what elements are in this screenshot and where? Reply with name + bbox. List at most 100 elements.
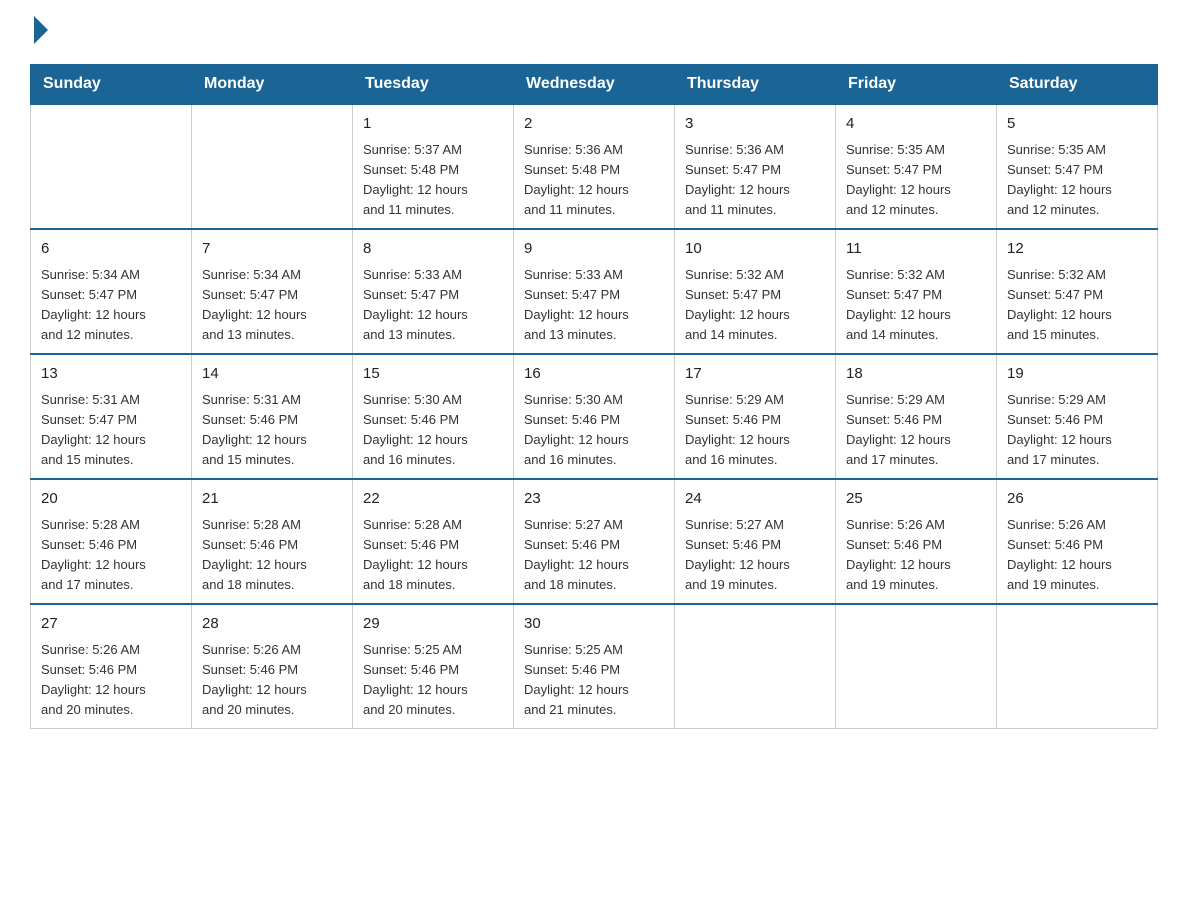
day-number: 6 (41, 238, 181, 261)
day-number: 3 (685, 113, 825, 136)
calendar-cell: 20Sunrise: 5:28 AM Sunset: 5:46 PM Dayli… (31, 479, 192, 604)
day-number: 9 (524, 238, 664, 261)
day-info: Sunrise: 5:32 AM Sunset: 5:47 PM Dayligh… (685, 265, 825, 346)
calendar-cell: 6 Sunrise: 5:34 AM Sunset: 5:47 PM Daylig… (31, 229, 192, 354)
day-number: 7 (202, 238, 342, 261)
calendar-week-row: 1 Sunrise: 5:37 AM Sunset: 5:48 PM Daylig… (31, 104, 1158, 229)
day-info: Sunrise: 5:36 AM Sunset: 5:48 PM Dayligh… (524, 140, 664, 221)
day-number: 16 (524, 363, 664, 386)
weekday-header-wednesday: Wednesday (514, 65, 675, 105)
weekday-header-friday: Friday (836, 65, 997, 105)
day-info: Sunrise: 5:25 AM Sunset: 5:46 PM Dayligh… (524, 640, 664, 721)
day-info: Sunrise: 5:31 AM Sunset: 5:47 PM Dayligh… (41, 390, 181, 471)
day-info: Sunrise: 5:33 AM Sunset: 5:47 PM Dayligh… (524, 265, 664, 346)
calendar-cell: 16 Sunrise: 5:30 AM Sunset: 5:46 PM Dayli… (514, 354, 675, 479)
day-info: Sunrise: 5:33 AM Sunset: 5:47 PM Dayligh… (363, 265, 503, 346)
weekday-header-monday: Monday (192, 65, 353, 105)
logo (30, 20, 48, 44)
day-info: Sunrise: 5:35 AM Sunset: 5:47 PM Dayligh… (846, 140, 986, 221)
day-info: Sunrise: 5:25 AM Sunset: 5:46 PM Dayligh… (363, 640, 503, 721)
calendar-week-row: 20Sunrise: 5:28 AM Sunset: 5:46 PM Dayli… (31, 479, 1158, 604)
calendar-cell: 24 Sunrise: 5:27 AM Sunset: 5:46 PM Dayli… (675, 479, 836, 604)
calendar-cell (997, 604, 1158, 729)
calendar-cell: 4 Sunrise: 5:35 AM Sunset: 5:47 PM Daylig… (836, 104, 997, 229)
calendar-cell: 21 Sunrise: 5:28 AM Sunset: 5:46 PM Dayli… (192, 479, 353, 604)
calendar-cell: 11Sunrise: 5:32 AM Sunset: 5:47 PM Dayli… (836, 229, 997, 354)
calendar-cell: 14 Sunrise: 5:31 AM Sunset: 5:46 PM Dayli… (192, 354, 353, 479)
day-number: 5 (1007, 113, 1147, 136)
day-info: Sunrise: 5:27 AM Sunset: 5:46 PM Dayligh… (685, 515, 825, 596)
calendar-cell: 23 Sunrise: 5:27 AM Sunset: 5:46 PM Dayli… (514, 479, 675, 604)
day-info: Sunrise: 5:32 AM Sunset: 5:47 PM Dayligh… (1007, 265, 1147, 346)
calendar-cell: 2 Sunrise: 5:36 AM Sunset: 5:48 PM Daylig… (514, 104, 675, 229)
day-number: 2 (524, 113, 664, 136)
day-info: Sunrise: 5:28 AM Sunset: 5:46 PM Dayligh… (202, 515, 342, 596)
day-number: 1 (363, 113, 503, 136)
day-info: Sunrise: 5:37 AM Sunset: 5:48 PM Dayligh… (363, 140, 503, 221)
weekday-header-saturday: Saturday (997, 65, 1158, 105)
day-number: 15 (363, 363, 503, 386)
day-number: 23 (524, 488, 664, 511)
day-info: Sunrise: 5:28 AM Sunset: 5:46 PM Dayligh… (363, 515, 503, 596)
day-number: 19 (1007, 363, 1147, 386)
day-number: 18 (846, 363, 986, 386)
day-info: Sunrise: 5:29 AM Sunset: 5:46 PM Dayligh… (1007, 390, 1147, 471)
calendar-cell: 29Sunrise: 5:25 AM Sunset: 5:46 PM Dayli… (353, 604, 514, 729)
day-number: 30 (524, 613, 664, 636)
day-number: 11 (846, 238, 986, 261)
calendar-cell (836, 604, 997, 729)
day-number: 28 (202, 613, 342, 636)
weekday-header-sunday: Sunday (31, 65, 192, 105)
day-number: 27 (41, 613, 181, 636)
calendar-cell: 15 Sunrise: 5:30 AM Sunset: 5:46 PM Dayli… (353, 354, 514, 479)
calendar-cell: 7Sunrise: 5:34 AM Sunset: 5:47 PM Daylig… (192, 229, 353, 354)
day-info: Sunrise: 5:26 AM Sunset: 5:46 PM Dayligh… (1007, 515, 1147, 596)
calendar-cell: 5 Sunrise: 5:35 AM Sunset: 5:47 PM Daylig… (997, 104, 1158, 229)
day-info: Sunrise: 5:27 AM Sunset: 5:46 PM Dayligh… (524, 515, 664, 596)
calendar-cell: 19 Sunrise: 5:29 AM Sunset: 5:46 PM Dayli… (997, 354, 1158, 479)
day-info: Sunrise: 5:36 AM Sunset: 5:47 PM Dayligh… (685, 140, 825, 221)
day-number: 25 (846, 488, 986, 511)
calendar-week-row: 6 Sunrise: 5:34 AM Sunset: 5:47 PM Daylig… (31, 229, 1158, 354)
calendar-cell: 9 Sunrise: 5:33 AM Sunset: 5:47 PM Daylig… (514, 229, 675, 354)
calendar-cell: 22 Sunrise: 5:28 AM Sunset: 5:46 PM Dayli… (353, 479, 514, 604)
day-number: 10 (685, 238, 825, 261)
calendar-cell: 12 Sunrise: 5:32 AM Sunset: 5:47 PM Dayli… (997, 229, 1158, 354)
day-info: Sunrise: 5:30 AM Sunset: 5:46 PM Dayligh… (363, 390, 503, 471)
calendar-cell: 13 Sunrise: 5:31 AM Sunset: 5:47 PM Dayli… (31, 354, 192, 479)
day-info: Sunrise: 5:30 AM Sunset: 5:46 PM Dayligh… (524, 390, 664, 471)
logo-arrow-icon (34, 16, 48, 44)
day-number: 17 (685, 363, 825, 386)
calendar-cell: 18 Sunrise: 5:29 AM Sunset: 5:46 PM Dayli… (836, 354, 997, 479)
day-info: Sunrise: 5:26 AM Sunset: 5:46 PM Dayligh… (202, 640, 342, 721)
day-info: Sunrise: 5:26 AM Sunset: 5:46 PM Dayligh… (41, 640, 181, 721)
day-number: 26 (1007, 488, 1147, 511)
day-info: Sunrise: 5:29 AM Sunset: 5:46 PM Dayligh… (846, 390, 986, 471)
weekday-header-row: SundayMondayTuesdayWednesdayThursdayFrid… (31, 65, 1158, 105)
day-info: Sunrise: 5:28 AM Sunset: 5:46 PM Dayligh… (41, 515, 181, 596)
weekday-header-thursday: Thursday (675, 65, 836, 105)
calendar-cell (31, 104, 192, 229)
day-number: 22 (363, 488, 503, 511)
calendar-cell (675, 604, 836, 729)
weekday-header-tuesday: Tuesday (353, 65, 514, 105)
calendar-cell: 25 Sunrise: 5:26 AM Sunset: 5:46 PM Dayli… (836, 479, 997, 604)
calendar-cell: 8Sunrise: 5:33 AM Sunset: 5:47 PM Daylig… (353, 229, 514, 354)
day-info: Sunrise: 5:29 AM Sunset: 5:46 PM Dayligh… (685, 390, 825, 471)
calendar-week-row: 27 Sunrise: 5:26 AM Sunset: 5:46 PM Dayli… (31, 604, 1158, 729)
calendar-cell (192, 104, 353, 229)
day-info: Sunrise: 5:26 AM Sunset: 5:46 PM Dayligh… (846, 515, 986, 596)
day-number: 24 (685, 488, 825, 511)
calendar-table: SundayMondayTuesdayWednesdayThursdayFrid… (30, 64, 1158, 729)
day-info: Sunrise: 5:35 AM Sunset: 5:47 PM Dayligh… (1007, 140, 1147, 221)
day-number: 21 (202, 488, 342, 511)
day-number: 13 (41, 363, 181, 386)
day-number: 14 (202, 363, 342, 386)
calendar-cell: 27 Sunrise: 5:26 AM Sunset: 5:46 PM Dayli… (31, 604, 192, 729)
day-info: Sunrise: 5:34 AM Sunset: 5:47 PM Dayligh… (41, 265, 181, 346)
calendar-cell: 30 Sunrise: 5:25 AM Sunset: 5:46 PM Dayli… (514, 604, 675, 729)
calendar-cell: 26 Sunrise: 5:26 AM Sunset: 5:46 PM Dayli… (997, 479, 1158, 604)
day-info: Sunrise: 5:31 AM Sunset: 5:46 PM Dayligh… (202, 390, 342, 471)
day-number: 4 (846, 113, 986, 136)
day-number: 12 (1007, 238, 1147, 261)
